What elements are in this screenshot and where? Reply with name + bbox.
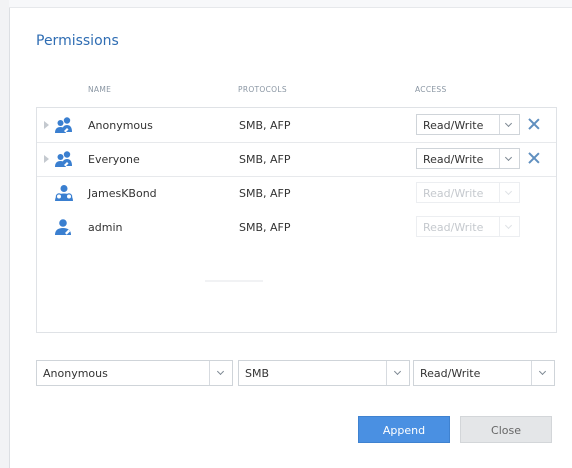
chevron-down-icon xyxy=(499,183,519,202)
access-select[interactable]: Read/Write xyxy=(416,114,520,135)
access-select: Read/Write xyxy=(416,182,520,203)
access-select-value: Read/Write xyxy=(423,153,484,166)
chevron-down-icon xyxy=(499,217,519,236)
chevron-down-icon[interactable] xyxy=(499,115,519,134)
protocol-select-value: SMB xyxy=(245,367,270,380)
dialog-title: Permissions xyxy=(36,33,119,49)
table-row[interactable]: JamesKBond SMB, AFP Read/Write xyxy=(37,176,556,210)
column-header-access: ACCESS xyxy=(415,85,447,94)
row-protocols: SMB, AFP xyxy=(239,153,291,166)
row-name: admin xyxy=(88,221,123,234)
column-header-protocols: PROTOCOLS xyxy=(238,85,287,94)
row-name: Everyone xyxy=(88,153,140,166)
chevron-down-icon[interactable] xyxy=(386,361,409,385)
table-row[interactable]: Anonymous SMB, AFP Read/Write xyxy=(37,108,556,143)
table-row[interactable]: Everyone SMB, AFP Read/Write xyxy=(37,142,556,177)
access-select-value: Read/Write xyxy=(423,187,484,200)
window-top-edge xyxy=(9,0,572,8)
remove-icon[interactable] xyxy=(526,116,542,132)
row-name: JamesKBond xyxy=(88,187,157,200)
row-name: Anonymous xyxy=(88,119,153,132)
access-select-value: Read/Write xyxy=(423,221,484,234)
chevron-down-icon[interactable] xyxy=(499,149,519,168)
row-protocols: SMB, AFP xyxy=(239,119,291,132)
group-icon xyxy=(54,116,74,134)
user-icon xyxy=(54,218,74,236)
window-left-edge xyxy=(0,0,10,468)
access-level-select-value: Read/Write xyxy=(420,367,481,380)
loading-indicator xyxy=(205,280,263,282)
append-button[interactable]: Append xyxy=(358,416,450,443)
access-select-value: Read/Write xyxy=(423,119,484,132)
table-row[interactable]: admin SMB, AFP Read/Write xyxy=(37,210,556,244)
row-protocols: SMB, AFP xyxy=(239,187,291,200)
chevron-down-icon[interactable] xyxy=(209,361,232,385)
permissions-table: Anonymous SMB, AFP Read/Write Everyone S… xyxy=(36,107,557,333)
remove-icon[interactable] xyxy=(526,150,542,166)
expand-caret-icon[interactable] xyxy=(44,155,49,163)
access-select[interactable]: Read/Write xyxy=(416,148,520,169)
chevron-down-icon[interactable] xyxy=(531,361,554,385)
user-select[interactable]: Anonymous xyxy=(36,360,233,386)
expand-caret-icon[interactable] xyxy=(44,121,49,129)
protocol-select[interactable]: SMB xyxy=(238,360,410,386)
column-header-name: NAME xyxy=(88,85,112,94)
access-level-select[interactable]: Read/Write xyxy=(413,360,555,386)
access-select: Read/Write xyxy=(416,216,520,237)
user-group-icon xyxy=(54,184,74,202)
close-button[interactable]: Close xyxy=(460,416,552,443)
user-select-value: Anonymous xyxy=(43,367,108,380)
group-icon xyxy=(54,150,74,168)
row-protocols: SMB, AFP xyxy=(239,221,291,234)
